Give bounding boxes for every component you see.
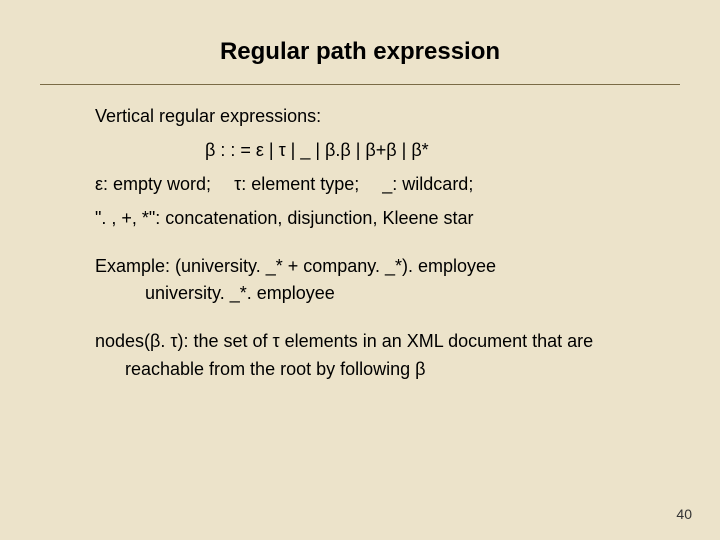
title-rule (40, 84, 680, 85)
intro-line: Vertical regular expressions: (95, 103, 670, 131)
slide: Regular path expression Vertical regular… (0, 0, 720, 540)
definitions-line-1: ε: empty word; τ: element type; _: wildc… (95, 171, 670, 199)
definitions-line-2: ". , +, *": concatenation, disjunction, … (95, 205, 670, 233)
def-tau: τ: element type; (234, 174, 359, 194)
example-sub: university. _*. employee (95, 280, 670, 308)
nodes-line-1: nodes(β. τ): the set of τ elements in an… (95, 328, 670, 356)
example-line: Example: (university. _* + company. _*).… (95, 253, 670, 281)
grammar-line: β : : = ε | τ | _ | β.β | β+β | β* (95, 137, 670, 165)
def-underscore: _: wildcard; (382, 174, 473, 194)
slide-body: Vertical regular expressions: β : : = ε … (40, 103, 680, 384)
slide-title: Regular path expression (40, 38, 680, 66)
def-epsilon: ε: empty word; (95, 174, 211, 194)
nodes-line-2: reachable from the root by following β (95, 356, 670, 384)
page-number: 40 (676, 506, 692, 522)
